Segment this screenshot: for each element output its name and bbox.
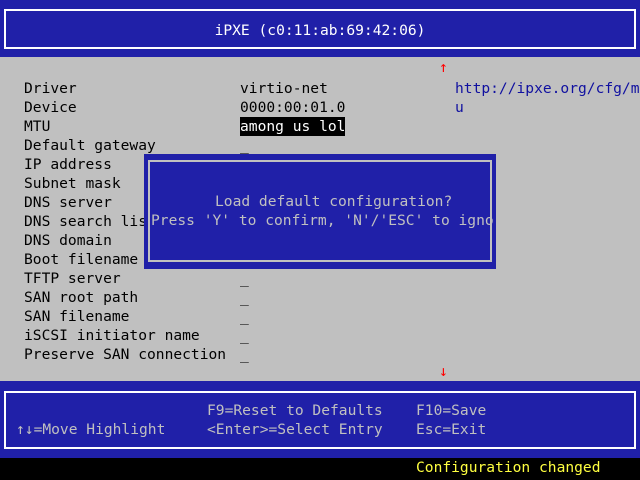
setting-label: DNS server xyxy=(24,194,112,211)
help-url-line1[interactable]: http://ipxe.org/cfg/mt xyxy=(455,79,640,98)
select-entry-hint: <Enter>=Select Entry xyxy=(207,421,383,438)
help-url-line2[interactable]: u xyxy=(455,98,464,117)
move-highlight-hint: ↑↓=Move Highlight xyxy=(16,421,166,438)
setting-label: DNS domain xyxy=(24,232,112,249)
window-title: iPXE (c0:11:ab:69:42:06) xyxy=(214,22,426,39)
exit-hint: Esc=Exit xyxy=(416,421,487,438)
setting-value: _ xyxy=(240,270,249,287)
setting-label: IP address xyxy=(24,156,112,173)
setting-label: MTU xyxy=(24,118,51,135)
setting-value: _ xyxy=(240,137,249,154)
title-box: iPXE (c0:11:ab:69:42:06) xyxy=(4,9,636,49)
setting-label: TFTP server xyxy=(24,270,121,287)
setting-value: _ xyxy=(240,289,249,306)
dialog-question: Load default configuration? xyxy=(215,193,453,210)
setting-value: _ xyxy=(240,308,249,325)
status-message: Configuration changed xyxy=(416,459,601,476)
setting-label: Device xyxy=(24,99,77,116)
footer-bar: F9=Reset to Defaults F10=Save ↑↓=Move Hi… xyxy=(0,381,640,458)
setting-value: 0000:00:01.0 xyxy=(240,99,346,116)
setting-label: Driver xyxy=(24,80,77,97)
setting-label: Default gateway xyxy=(24,137,156,154)
setting-value: _ xyxy=(240,327,249,344)
setting-value-selected[interactable]: among us lol xyxy=(240,117,346,136)
setting-label: iSCSI initiator name xyxy=(24,327,200,344)
setting-label: DNS search list xyxy=(24,213,156,230)
setting-label: Subnet mask xyxy=(24,175,121,192)
title-bar: iPXE (c0:11:ab:69:42:06) xyxy=(0,0,640,57)
setting-label: SAN root path xyxy=(24,289,139,306)
dialog-instructions: Press 'Y' to confirm, 'N'/'ESC' to ignor… xyxy=(151,212,521,229)
save-hint: F10=Save xyxy=(416,402,487,419)
setting-label: Preserve SAN connection xyxy=(24,346,227,363)
setting-label: SAN filename xyxy=(24,308,130,325)
setting-value: virtio-net xyxy=(240,80,328,97)
confirm-dialog: Load default configuration? Press 'Y' to… xyxy=(144,154,520,269)
reset-defaults-hint: F9=Reset to Defaults xyxy=(207,402,383,419)
scroll-up-icon: ↑ xyxy=(439,59,448,76)
setting-label: Boot filename xyxy=(24,251,139,268)
scroll-down-icon: ↓ xyxy=(439,363,448,380)
setting-value: _ xyxy=(240,346,249,363)
